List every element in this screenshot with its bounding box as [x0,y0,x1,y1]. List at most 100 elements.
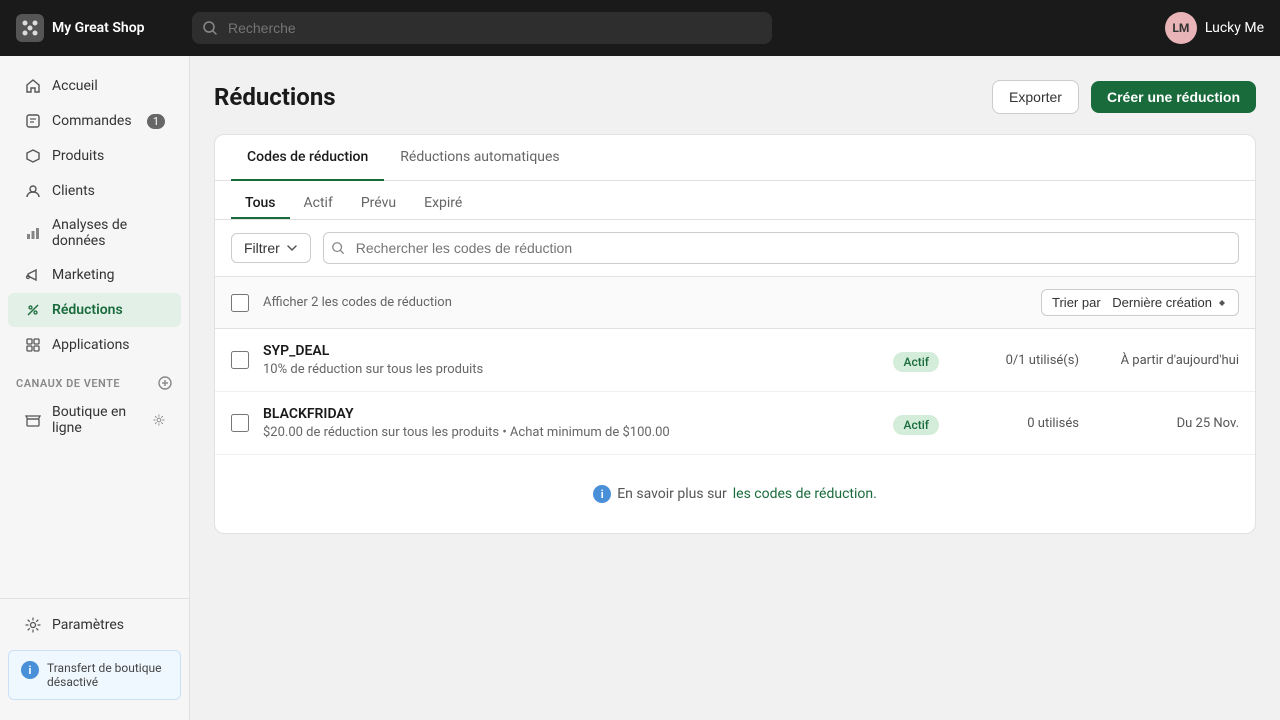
chevron-down-icon [286,242,298,254]
create-reduction-button[interactable]: Créer une réduction [1091,81,1256,113]
sort-label: Trier par [1052,295,1101,310]
row-info-2: BLACKFRIDAY $20.00 de réduction sur tous… [263,406,873,440]
header-actions: Exporter Créer une réduction [992,80,1256,114]
status-tabs: Tous Actif Prévu Expiré [231,189,1239,219]
sidebar-item-parametres[interactable]: Paramètres [8,608,181,642]
page-title: Réductions [214,83,336,111]
sales-channels-section: CANAUX DE VENTE Boutique en ligne [0,363,189,445]
status-tab-expire[interactable]: Expiré [410,189,476,219]
sidebar-item-boutique[interactable]: Boutique en ligne [8,396,181,444]
user-name: Lucky Me [1205,20,1264,36]
accueil-label: Accueil [52,78,98,94]
tab-reductions-auto[interactable]: Réductions automatiques [384,135,575,181]
row-code-1: SYP_DEAL [263,343,873,359]
sidebar-item-reductions[interactable]: Réductions [8,293,181,327]
add-channel-icon[interactable] [157,375,173,391]
reductions-label: Réductions [52,302,123,318]
settings-gear-icon[interactable] [153,413,165,427]
row-usage-2: 0 utilisés [959,416,1079,431]
reductions-card: Codes de réduction Réductions automatiqu… [214,134,1256,534]
gear-icon [24,616,42,634]
sales-channels-label: CANAUX DE VENTE [0,363,189,395]
code-search-input[interactable] [323,232,1239,264]
row-checkbox-1[interactable] [231,351,249,369]
sort-button[interactable]: Trier par Dernière création [1041,289,1239,316]
row-info-1: SYP_DEAL 10% de réduction sur tous les p… [263,343,873,377]
boutique-label: Boutique en ligne [52,404,143,436]
export-button[interactable]: Exporter [992,80,1079,114]
row-date-1: À partir d'aujourd'hui [1079,353,1239,368]
apps-icon [24,336,42,354]
search-icon [202,20,218,36]
table-header: Afficher 2 les codes de réduction Trier … [215,277,1255,329]
row-usage-1: 0/1 utilisé(s) [959,353,1079,368]
info-link[interactable]: les codes de réduction. [733,486,877,502]
reductions-icon [24,301,42,319]
filter-row: Filtrer [215,220,1255,277]
table-row[interactable]: SYP_DEAL 10% de réduction sur tous les p… [215,329,1255,392]
status-tab-tous[interactable]: Tous [231,189,290,219]
sidebar-bottom: Paramètres i Transfert de boutique désac… [0,598,189,708]
page-header: Réductions Exporter Créer une réduction [214,80,1256,114]
transfer-text: Transfert de boutique désactivé [47,661,168,689]
analyses-label: Analyses de données [52,217,165,249]
info-footer: i En savoir plus sur les codes de réduct… [215,455,1255,533]
main-content: Réductions Exporter Créer une réduction … [190,56,1280,720]
search-filter-icon [331,241,345,255]
user-menu[interactable]: LM Lucky Me [1165,12,1264,44]
select-all-checkbox[interactable] [231,294,249,312]
row-checkbox-2[interactable] [231,414,249,432]
orders-icon [24,112,42,130]
row-status-2: Actif [893,414,939,433]
sidebar: Accueil Commandes 1 [0,56,190,720]
search-input[interactable] [192,12,772,44]
status-badge-2: Actif [893,415,939,435]
search-bar[interactable] [192,12,772,44]
sort-chevron-icon [1216,297,1228,309]
sidebar-item-produits[interactable]: Produits [8,139,181,173]
table-row[interactable]: BLACKFRIDAY $20.00 de réduction sur tous… [215,392,1255,455]
tab-codes-reduction[interactable]: Codes de réduction [231,135,384,181]
status-tab-actif[interactable]: Actif [290,189,347,219]
home-icon [24,77,42,95]
analytics-icon [24,224,42,242]
sidebar-item-commandes[interactable]: Commandes 1 [8,104,181,138]
sort-value: Dernière création [1112,295,1212,310]
row-date-2: Du 25 Nov. [1079,416,1239,431]
logo-icon [16,14,44,42]
marketing-icon [24,266,42,284]
transfer-banner: i Transfert de boutique désactivé [8,650,181,700]
row-desc-1: 10% de réduction sur tous les produits [263,362,873,377]
clients-label: Clients [52,183,95,199]
row-desc-2: $20.00 de réduction sur tous les produit… [263,425,873,440]
info-icon: i [21,661,39,679]
commandes-label: Commandes [52,113,132,129]
row-status-1: Actif [893,351,939,370]
sidebar-nav: Accueil Commandes 1 [0,68,189,363]
sidebar-item-marketing[interactable]: Marketing [8,258,181,292]
store-icon [24,411,42,429]
row-code-2: BLACKFRIDAY [263,406,873,422]
status-tab-prevu[interactable]: Prévu [347,189,410,219]
sidebar-item-clients[interactable]: Clients [8,174,181,208]
status-tabs-container: Tous Actif Prévu Expiré [215,181,1255,220]
parametres-label: Paramètres [52,617,124,633]
table-count: Afficher 2 les codes de réduction [263,295,1041,310]
filter-button[interactable]: Filtrer [231,233,311,263]
produits-label: Produits [52,148,104,164]
clients-icon [24,182,42,200]
info-circle-icon: i [593,485,611,503]
sidebar-item-applications[interactable]: Applications [8,328,181,362]
sidebar-item-accueil[interactable]: Accueil [8,69,181,103]
marketing-label: Marketing [52,267,115,283]
commandes-badge: 1 [147,114,165,129]
products-icon [24,147,42,165]
status-badge-1: Actif [893,352,939,372]
app-name: My Great Shop [52,20,145,36]
code-search[interactable] [323,232,1239,264]
applications-label: Applications [52,337,130,353]
sidebar-item-analyses[interactable]: Analyses de données [8,209,181,257]
info-text: En savoir plus sur [617,486,727,502]
topbar: My Great Shop LM Lucky Me [0,0,1280,56]
avatar: LM [1165,12,1197,44]
